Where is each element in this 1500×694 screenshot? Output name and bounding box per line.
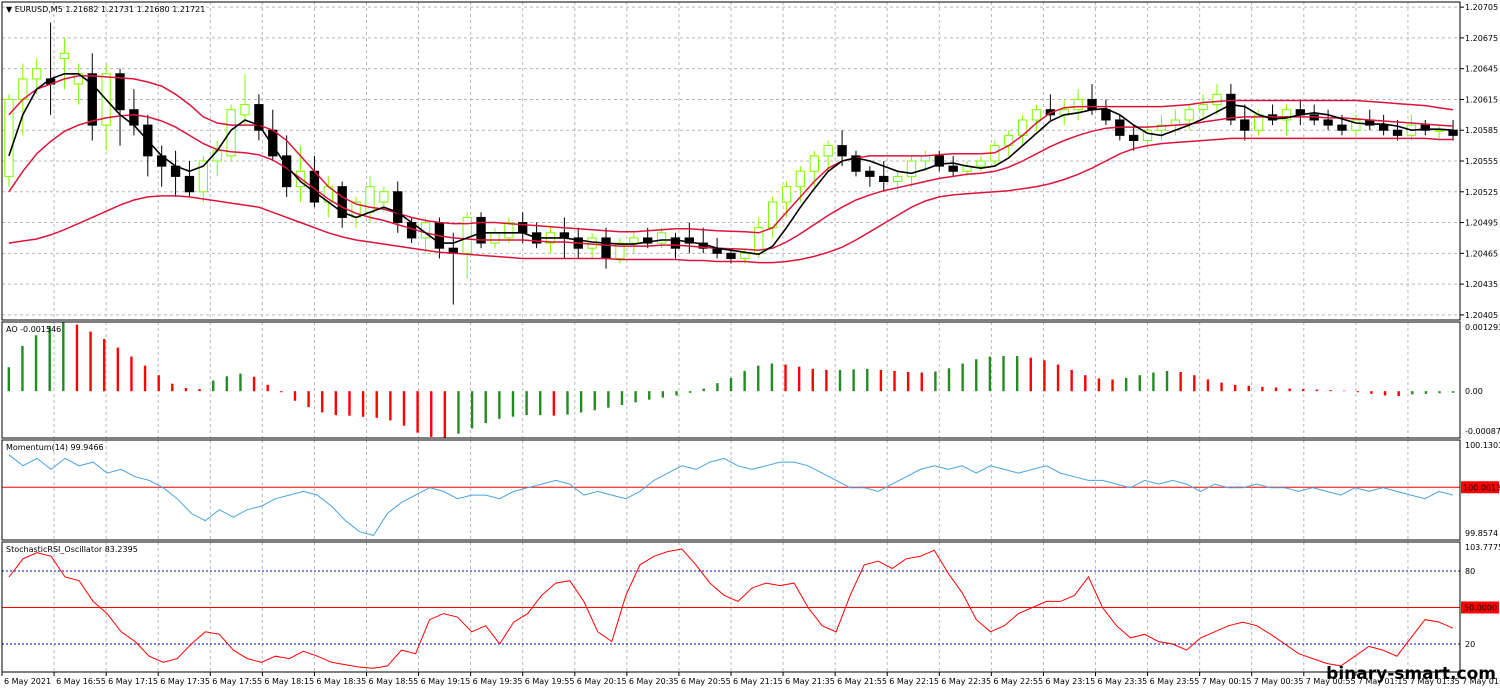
candle-body <box>1031 109 1042 121</box>
candle-body <box>240 104 250 116</box>
y-tick-label: -0.000878 <box>1465 427 1500 436</box>
candle-body <box>115 73 125 111</box>
x-tick-label: 6 May 17:35 <box>160 677 210 686</box>
x-tick-label: 7 May 00:35 <box>1254 677 1304 686</box>
y-tick-label: 20 <box>1465 640 1475 649</box>
candle-body <box>226 109 236 157</box>
y-tick-label: 103.7775 <box>1465 543 1500 552</box>
candle-body <box>393 191 403 224</box>
candle-body <box>1448 129 1458 136</box>
x-tick-label: 6 May 22:35 <box>941 677 991 686</box>
x-tick-label: 6 May 2021 <box>4 677 51 686</box>
candle-body <box>379 191 389 203</box>
candle-body <box>212 150 222 162</box>
candle-body <box>1087 98 1097 111</box>
candle-body <box>656 232 667 244</box>
y-tick-label: 0.00 <box>1465 387 1483 396</box>
candle-body <box>365 186 375 213</box>
x-tick-label: 6 May 17:15 <box>108 677 158 686</box>
candle-body <box>1129 134 1139 141</box>
y-tick-label: 0.001293 <box>1465 323 1500 332</box>
candle-body <box>948 165 958 172</box>
x-tick-label: 6 May 16:55 <box>56 677 106 686</box>
candle-body <box>1434 129 1444 132</box>
candle-body <box>795 170 806 188</box>
x-tick-label: 6 May 19:15 <box>421 677 471 686</box>
panel-title: Momentum(14) 99.9466 <box>6 443 104 452</box>
x-tick-label: 6 May 19:55 <box>525 677 575 686</box>
x-tick-label: 6 May 22:55 <box>993 677 1043 686</box>
chart-canvas: 1.20705 1.20675 1.20645 1.20615 1.20585 1.205… <box>1 1 1500 686</box>
y-tick-label: 1.20435 <box>1465 280 1498 289</box>
x-tick-label: 6 May 23:55 <box>1150 677 1200 686</box>
candle-body <box>976 160 986 167</box>
candle-body <box>1184 109 1194 121</box>
x-tick-label: 6 May 21:15 <box>733 677 783 686</box>
candle-body <box>837 145 847 157</box>
candle-body <box>879 175 889 183</box>
y-tick-label: 1.20645 <box>1465 65 1498 74</box>
x-tick-label: 6 May 23:35 <box>1098 677 1148 686</box>
x-tick-label: 6 May 20:35 <box>629 677 679 686</box>
x-tick-label: 6 May 18:35 <box>316 677 366 686</box>
candle-body <box>726 252 736 259</box>
candle-body <box>1240 119 1250 131</box>
candle-body <box>823 145 833 157</box>
y-tick-label: 1.20615 <box>1465 95 1498 104</box>
x-tick-label: 6 May 18:55 <box>369 677 419 686</box>
candle-body <box>59 52 70 59</box>
candle-body <box>781 186 792 203</box>
candle-body <box>184 175 195 193</box>
candle-body <box>1392 129 1403 136</box>
candle-body <box>1323 119 1333 126</box>
candle-body <box>1337 124 1347 131</box>
y-tick-label: 1.20525 <box>1465 188 1498 197</box>
y-tick-label: 1.20555 <box>1465 157 1498 166</box>
x-tick-label: 6 May 21:35 <box>785 677 835 686</box>
mid-label: 50.0000 <box>1464 603 1497 612</box>
candle-body <box>809 155 819 172</box>
candle-body <box>268 129 278 157</box>
y-tick-label: 1.20495 <box>1465 219 1498 228</box>
candle-body <box>1101 109 1111 121</box>
candle-body <box>740 252 750 259</box>
candle-body <box>865 170 875 177</box>
watermark: binary-smart.com <box>1326 664 1496 684</box>
y-tick-label: 1.20675 <box>1465 34 1498 43</box>
candle-body <box>1212 93 1222 106</box>
candle-body <box>18 78 28 100</box>
panel-title: StochasticRSI_Oscillator 83.2395 <box>6 545 138 554</box>
candle-body <box>504 222 514 239</box>
x-tick-label: 6 May 22:15 <box>889 677 939 686</box>
y-tick-label: 80 <box>1465 567 1475 576</box>
x-tick-label: 6 May 20:15 <box>577 677 627 686</box>
x-tick-label: 6 May 20:55 <box>681 677 731 686</box>
candle-body <box>1226 93 1236 121</box>
panel-title: ▼ EURUSD,M5 1.21682 1.21731 1.21680 1.21… <box>6 5 205 14</box>
x-tick-label: 6 May 18:15 <box>264 677 314 686</box>
candle-body <box>587 237 597 249</box>
trading-chart: 1.20705 1.20675 1.20645 1.20615 1.20585 1.205… <box>0 0 1500 690</box>
candle-body <box>629 237 639 244</box>
panel-title: AO -0.001546 <box>6 325 61 334</box>
x-tick-label: 6 May 23:15 <box>1045 677 1095 686</box>
x-tick-label: 6 May 19:35 <box>473 677 523 686</box>
y-tick-label: 99.8574 <box>1465 529 1498 538</box>
y-tick-label: 1.20465 <box>1465 249 1498 258</box>
x-tick-label: 6 May 17:55 <box>212 677 262 686</box>
candle-body <box>892 175 903 183</box>
candle-body <box>1378 124 1389 131</box>
candle-body <box>601 237 611 259</box>
candle-body <box>1198 104 1208 111</box>
y-tick-label: 100.1303 <box>1465 441 1500 450</box>
ref-label: 100.0013 <box>1463 483 1500 492</box>
x-tick-label: 6 May 21:55 <box>837 677 887 686</box>
candle-body <box>32 68 42 80</box>
x-tick-label: 7 May 00:15 <box>1202 677 1252 686</box>
y-tick-label: 1.20705 <box>1465 3 1498 12</box>
y-tick-label: 1.20585 <box>1465 126 1498 135</box>
candle-body <box>490 232 500 244</box>
y-tick-label: 1.20405 <box>1465 311 1498 320</box>
candle-body <box>1073 98 1083 111</box>
